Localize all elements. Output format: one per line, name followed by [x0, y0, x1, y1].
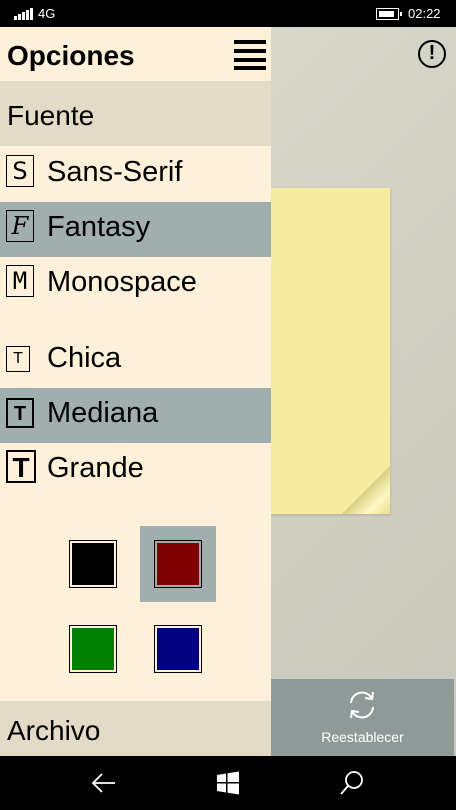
- signal-strength-icon: [14, 8, 34, 20]
- font-option-sans-serif[interactable]: S Sans-Serif: [0, 147, 271, 202]
- font-option-fantasy[interactable]: F Fantasy: [0, 202, 271, 257]
- monospace-icon: M: [6, 265, 34, 297]
- size-option-label: Mediana: [47, 397, 159, 429]
- fantasy-icon: F: [6, 210, 34, 242]
- size-option-label: Grande: [47, 452, 144, 484]
- size-option-label: Chica: [47, 342, 122, 374]
- reset-label: Reestablecer: [321, 729, 404, 745]
- swatch-fill: [157, 628, 199, 670]
- section-file-label: Archivo: [7, 715, 101, 746]
- hamburger-menu-icon[interactable]: [234, 40, 266, 70]
- color-swatch-dark-red[interactable]: [140, 526, 216, 602]
- swatch-frame: [154, 540, 202, 588]
- status-bar: 4G 02:22: [0, 0, 456, 27]
- windows-logo-icon[interactable]: [213, 768, 243, 798]
- swatch-fill: [72, 628, 114, 670]
- color-swatch-green[interactable]: [55, 611, 131, 687]
- refresh-icon: [350, 691, 374, 719]
- section-file[interactable]: Archivo: [0, 701, 271, 756]
- swatch-fill: [72, 543, 114, 585]
- options-panel: Opciones Fuente S Sans-Serif F Fantasy M…: [0, 27, 271, 756]
- search-icon[interactable]: [337, 768, 367, 798]
- network-type: 4G: [38, 6, 56, 21]
- small-text-icon: T: [6, 346, 30, 372]
- size-option-medium[interactable]: T Mediana: [0, 388, 271, 443]
- panel-header: Opciones: [0, 27, 271, 81]
- swatch-frame: [69, 540, 117, 588]
- clock: 02:22: [408, 6, 441, 21]
- color-swatch-black[interactable]: [55, 526, 131, 602]
- large-text-icon: T: [6, 450, 36, 483]
- battery-icon: [376, 8, 402, 20]
- navigation-bar: [0, 756, 456, 810]
- panel-title: Opciones: [7, 40, 135, 71]
- note-curl-corner: [342, 466, 390, 514]
- swatch-fill: [157, 543, 199, 585]
- font-option-label: Sans-Serif: [47, 156, 183, 188]
- size-option-large[interactable]: T Grande: [0, 443, 271, 498]
- reset-button[interactable]: Reestablecer: [271, 679, 454, 756]
- back-arrow-icon[interactable]: [89, 768, 119, 798]
- sans-serif-icon: S: [6, 155, 34, 187]
- swatch-frame: [154, 625, 202, 673]
- swatch-frame: [69, 625, 117, 673]
- info-icon[interactable]: !: [418, 40, 446, 68]
- color-swatch-navy[interactable]: [140, 611, 216, 687]
- section-font[interactable]: Fuente: [0, 81, 271, 146]
- size-option-small[interactable]: T Chica: [0, 333, 271, 388]
- font-option-monospace[interactable]: M Monospace: [0, 257, 271, 312]
- section-font-label: Fuente: [7, 100, 95, 131]
- medium-text-icon: T: [6, 398, 34, 428]
- font-option-label: Monospace: [47, 266, 197, 298]
- font-option-label: Fantasy: [47, 211, 151, 243]
